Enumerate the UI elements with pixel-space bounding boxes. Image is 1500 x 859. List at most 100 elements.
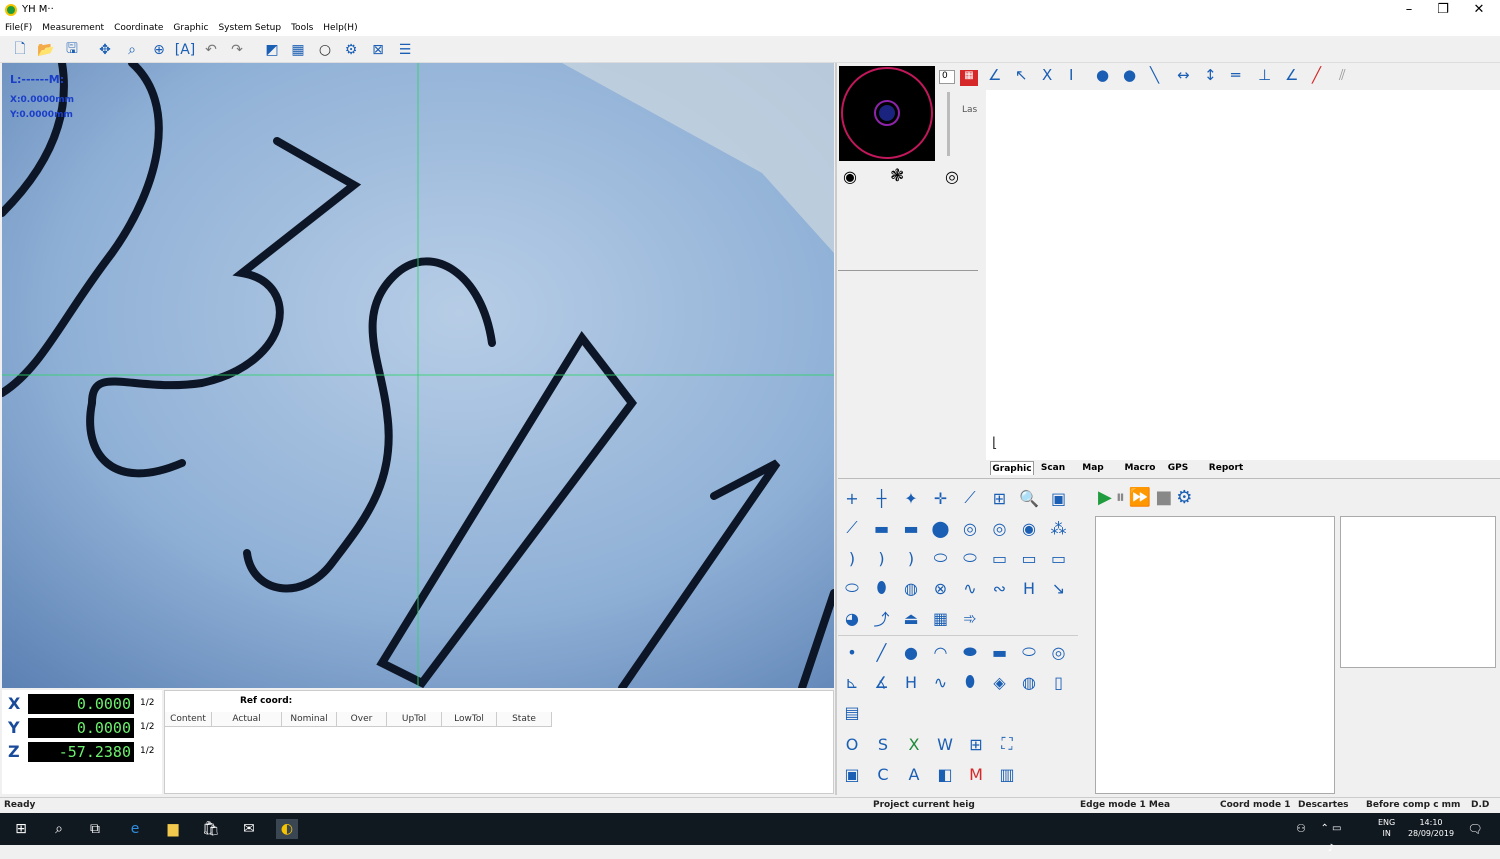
v-dim-icon[interactable]: ↕ bbox=[1204, 66, 1229, 84]
text-tool-icon[interactable]: [A] bbox=[175, 40, 196, 60]
clock[interactable]: 14:10 28/09/2019 bbox=[1406, 817, 1456, 839]
point-edge-icon[interactable]: ┼ bbox=[868, 484, 896, 512]
line-icon[interactable]: ╲ bbox=[1150, 66, 1175, 84]
light-slider[interactable] bbox=[947, 92, 950, 156]
circle-fill-icon[interactable]: ● bbox=[1096, 66, 1121, 84]
language-indicator[interactable]: ENG IN bbox=[1378, 817, 1395, 839]
menu-tools[interactable]: Tools bbox=[286, 20, 318, 36]
curve-measure-icon[interactable]: ∿ bbox=[927, 668, 955, 696]
col-actual[interactable]: Actual bbox=[212, 712, 282, 727]
tab-macro[interactable]: Macro bbox=[1120, 461, 1160, 475]
coord-o-icon[interactable]: O bbox=[838, 730, 866, 758]
construct-ring-icon[interactable]: ◎ bbox=[1045, 638, 1073, 666]
word-icon[interactable]: W bbox=[931, 730, 959, 758]
text-a-icon[interactable]: A bbox=[900, 760, 928, 788]
zoom-icon[interactable]: 🔍 bbox=[1015, 484, 1043, 512]
frame-select-icon[interactable]: ⛶ bbox=[993, 730, 1021, 758]
measure-tool-icon[interactable]: ↖ bbox=[1015, 66, 1040, 84]
construct-point-icon[interactable]: • bbox=[838, 638, 866, 666]
multi-circle-icon[interactable]: ⁂ bbox=[1045, 514, 1073, 542]
undo-icon[interactable]: ↶ bbox=[201, 40, 221, 60]
file-explorer-icon[interactable]: ▆ bbox=[162, 819, 184, 839]
app-taskbar-icon[interactable]: ◐ bbox=[276, 819, 298, 839]
menu-file[interactable]: File(F) bbox=[0, 20, 37, 36]
circle-fill2-icon[interactable]: ● bbox=[1123, 66, 1148, 84]
h-measure-icon[interactable]: H bbox=[897, 668, 925, 696]
frame-plus-icon[interactable]: ⊞ bbox=[962, 730, 990, 758]
circle-icon[interactable]: ○ bbox=[315, 40, 335, 60]
gear-icon[interactable]: ⚙ bbox=[341, 40, 361, 60]
graphic-canvas[interactable]: ⌊ bbox=[986, 90, 1500, 460]
construct-arc-icon[interactable]: ◠ bbox=[927, 638, 955, 666]
excel-icon[interactable]: X bbox=[900, 730, 928, 758]
store-icon[interactable]: 🛍 bbox=[200, 819, 222, 839]
col-uptol[interactable]: UpTol bbox=[387, 712, 442, 727]
angle-fit-icon[interactable]: ↘ bbox=[1045, 574, 1073, 602]
point-icon[interactable]: + bbox=[838, 484, 866, 512]
z-half-button[interactable]: 1/2 bbox=[140, 746, 154, 756]
program-settings-icon[interactable]: ⚙ bbox=[1176, 487, 1192, 508]
menu-coordinate[interactable]: Coordinate bbox=[109, 20, 168, 36]
dial-icon[interactable]: ◕ bbox=[838, 604, 866, 632]
arrow-tool-icon[interactable]: ➾ bbox=[956, 604, 984, 632]
ring-light-icon[interactable]: ❃ bbox=[890, 166, 904, 186]
search-icon[interactable]: ⌕ bbox=[48, 819, 70, 839]
maximize-icon[interactable]: ❐ bbox=[1426, 0, 1460, 20]
circle-tool-icon[interactable]: ⬤ bbox=[927, 514, 955, 542]
slot-icon[interactable]: ▭ bbox=[986, 544, 1014, 572]
tab-report[interactable]: Report bbox=[1202, 461, 1250, 475]
menu-system-setup[interactable]: System Setup bbox=[213, 20, 286, 36]
lens-small-icon[interactable]: ◉ bbox=[843, 167, 857, 186]
tab-scan[interactable]: Scan bbox=[1036, 461, 1070, 475]
zoom-window-icon[interactable]: ⌕ bbox=[122, 40, 142, 60]
sphere-icon[interactable]: ◍ bbox=[1015, 668, 1043, 696]
minimize-icon[interactable]: – bbox=[1392, 0, 1426, 20]
fast-forward-icon[interactable]: ⏩ bbox=[1129, 487, 1151, 508]
menu-help[interactable]: Help(H) bbox=[318, 20, 362, 36]
mail-icon[interactable]: ✉ bbox=[238, 819, 260, 839]
step-icon[interactable]: ⤴ bbox=[868, 604, 896, 632]
y-half-button[interactable]: 1/2 bbox=[140, 722, 154, 732]
circle-center-icon[interactable]: ◉ bbox=[1015, 514, 1043, 542]
ellipse2-icon[interactable]: ⬭ bbox=[956, 544, 984, 572]
coord-c-icon[interactable]: C bbox=[869, 760, 897, 788]
ring2-tool-icon[interactable]: ◎ bbox=[986, 514, 1014, 542]
cross-point-icon[interactable]: ✛ bbox=[927, 484, 955, 512]
edge-tool-icon[interactable]: ◩ bbox=[262, 40, 282, 60]
x-half-button[interactable]: 1/2 bbox=[140, 698, 154, 708]
notification-icon[interactable]: 🗨 bbox=[1464, 819, 1486, 839]
x-dist-icon[interactable]: Ⅹ bbox=[1042, 66, 1067, 84]
multi-slash-icon[interactable]: ⫽ bbox=[1339, 66, 1364, 84]
rect-tool2-icon[interactable]: ▭ bbox=[1045, 544, 1073, 572]
cylinder-icon[interactable]: ▯ bbox=[1045, 668, 1073, 696]
move-icon[interactable]: ✥ bbox=[95, 40, 115, 60]
col-content[interactable]: Content bbox=[165, 712, 212, 727]
save-icon[interactable]: 🖫 bbox=[62, 40, 82, 60]
save-result-icon[interactable]: ▣ bbox=[838, 760, 866, 788]
tab-graphic[interactable]: Graphic bbox=[990, 461, 1034, 475]
construct-slot-icon[interactable]: ⬭ bbox=[1015, 638, 1043, 666]
arc2-icon[interactable]: ) bbox=[868, 544, 896, 572]
result-table[interactable]: Ref coord: Content Actual Nominal Over U… bbox=[164, 690, 834, 794]
circle-pick-icon[interactable]: ◍ bbox=[897, 574, 925, 602]
col-nominal[interactable]: Nominal bbox=[282, 712, 337, 727]
tab-gps[interactable]: GPS bbox=[1162, 461, 1194, 475]
windows-start-icon[interactable]: ⊞ bbox=[10, 819, 32, 839]
new-file-icon[interactable]: 🗋 bbox=[10, 40, 30, 60]
color-bar-icon[interactable]: ▥ bbox=[993, 760, 1021, 788]
angle-tool-icon[interactable]: ∠ bbox=[988, 66, 1013, 84]
arc3-icon[interactable]: ) bbox=[897, 544, 925, 572]
parallel-icon[interactable]: ═ bbox=[1231, 66, 1256, 84]
ellipse3-icon[interactable]: ⬭ bbox=[838, 574, 866, 602]
h-tool-icon[interactable]: H bbox=[1015, 574, 1043, 602]
spin-value[interactable]: 0 bbox=[939, 70, 955, 84]
y-dist-icon[interactable]: Ⅰ bbox=[1069, 66, 1094, 84]
rect-tool-icon[interactable]: ▭ bbox=[1015, 544, 1043, 572]
col-over[interactable]: Over bbox=[337, 712, 387, 727]
arc-icon[interactable]: ) bbox=[838, 544, 866, 572]
distance-icon[interactable]: ⊾ bbox=[838, 668, 866, 696]
rect-b-icon[interactable]: ▬ bbox=[897, 514, 925, 542]
camera-view[interactable]: L:------M: X:0.0000mm Y:0.0000mm bbox=[2, 63, 834, 688]
free-curve-icon[interactable]: ∾ bbox=[986, 574, 1014, 602]
tray-icons[interactable]: ⌃ ▭ ♪ bbox=[1320, 819, 1342, 854]
